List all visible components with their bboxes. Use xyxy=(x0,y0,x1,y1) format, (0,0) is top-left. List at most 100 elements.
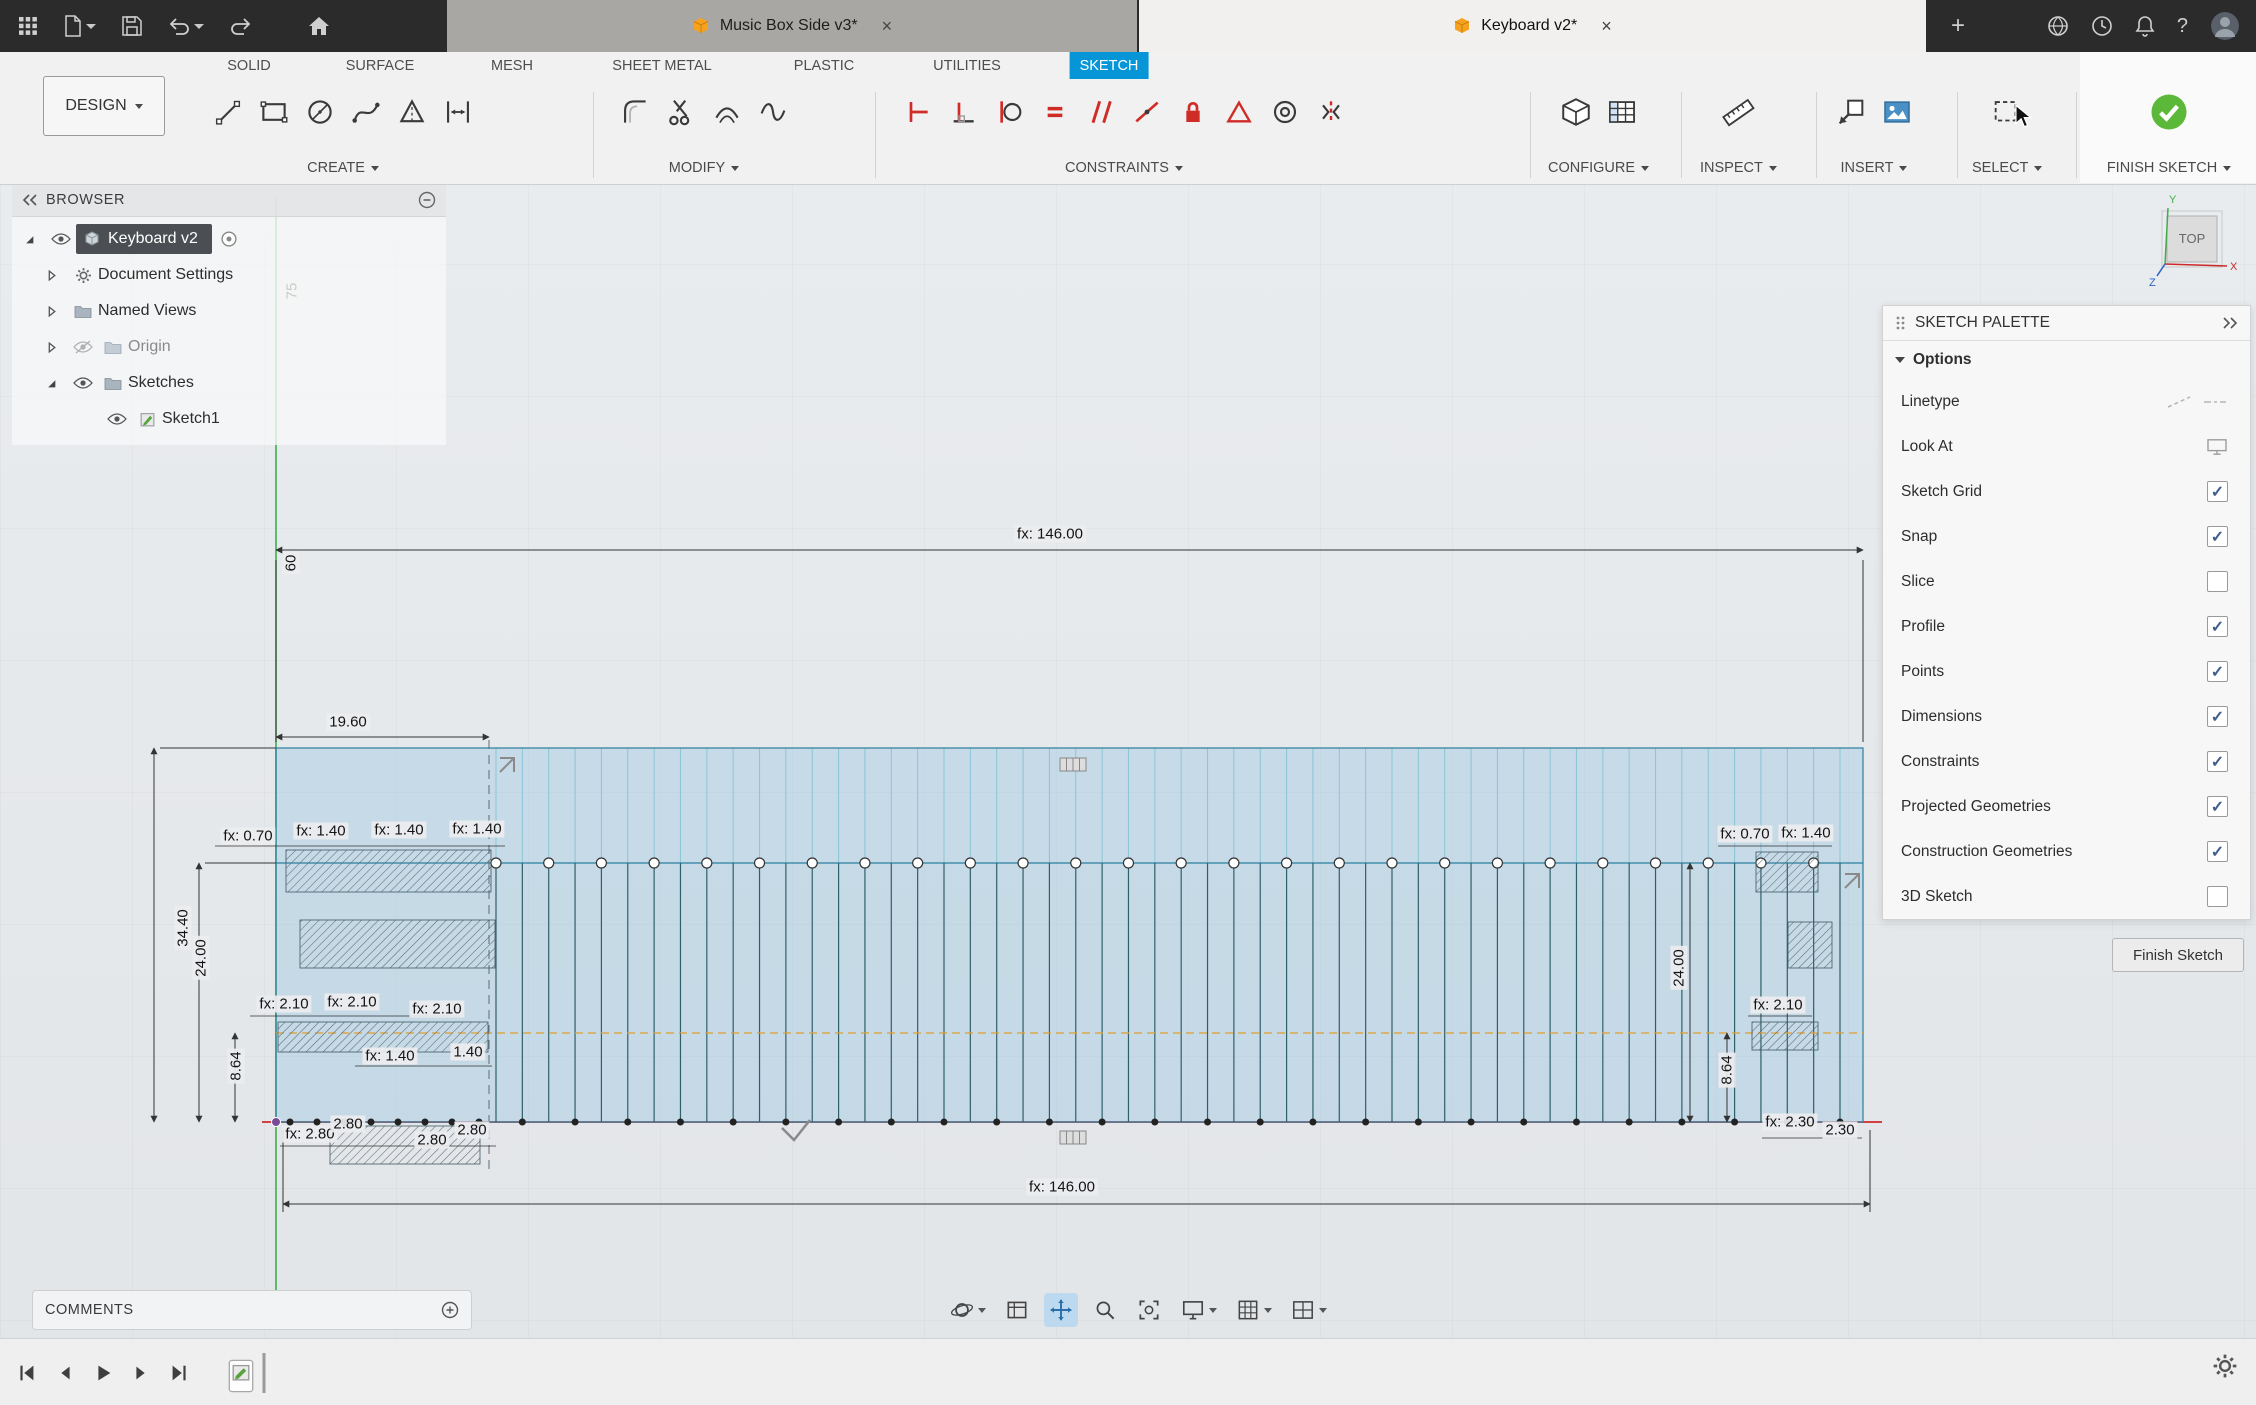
tangent-constraint-button[interactable] xyxy=(987,86,1031,138)
fix-lock-constraint-button[interactable] xyxy=(1171,86,1215,138)
tab-plastic[interactable]: PLASTIC xyxy=(784,52,864,79)
rectangle-tool-button[interactable] xyxy=(251,86,297,138)
configuration-table-button[interactable] xyxy=(1599,86,1645,138)
tab-sheet-metal[interactable]: SHEET METAL xyxy=(602,52,721,79)
tab-mesh[interactable]: MESH xyxy=(481,52,543,79)
circle-tool-button[interactable] xyxy=(297,86,343,138)
file-menu-button[interactable] xyxy=(64,15,96,37)
browser-item-sketch1[interactable]: Sketch1 xyxy=(12,401,446,437)
activate-component-radio[interactable] xyxy=(212,231,246,247)
close-tab-icon[interactable]: × xyxy=(882,17,893,35)
select-tool-button[interactable] xyxy=(1984,86,2030,138)
selected-component[interactable]: Keyboard v2 xyxy=(76,224,212,254)
collapse-panel-icon[interactable] xyxy=(22,194,38,206)
equal-constraint-button[interactable] xyxy=(1033,86,1077,138)
save-button[interactable] xyxy=(122,16,142,36)
finish-sketch-menu-button[interactable]: FINISH SKETCH xyxy=(2107,160,2232,180)
perpendicular-constraint-button[interactable] xyxy=(941,86,985,138)
insert-image-button[interactable] xyxy=(1874,86,1920,138)
concentric-constraint-button[interactable] xyxy=(1263,86,1307,138)
expander-collapsed-icon[interactable] xyxy=(46,305,57,317)
home-button[interactable] xyxy=(308,16,330,36)
construction-linetype-icon[interactable] xyxy=(2166,394,2192,410)
timeline-step-back-button[interactable] xyxy=(46,1354,84,1392)
visibility-eye-icon[interactable] xyxy=(102,412,132,426)
timeline-sketch-feature[interactable] xyxy=(228,1352,268,1393)
select-menu-button[interactable]: SELECT xyxy=(1972,160,2043,180)
timeline-skip-end-button[interactable] xyxy=(160,1354,198,1392)
browser-item-named-views[interactable]: Named Views xyxy=(12,293,446,329)
inspect-menu-button[interactable]: INSPECT xyxy=(1700,160,1777,180)
orbit-button[interactable] xyxy=(945,1293,990,1327)
insert-derive-button[interactable] xyxy=(1828,86,1874,138)
collapse-all-icon[interactable] xyxy=(418,191,436,209)
visibility-eye-off-icon[interactable] xyxy=(68,340,98,354)
trim-tool-button[interactable] xyxy=(658,86,704,138)
checkbox-projected-geometries[interactable]: ✓ xyxy=(2207,796,2228,817)
origin-point[interactable] xyxy=(271,1117,281,1127)
pan-button[interactable] xyxy=(1044,1293,1078,1327)
line-tool-button[interactable] xyxy=(205,86,251,138)
timeline-play-button[interactable] xyxy=(84,1354,122,1392)
comments-bar[interactable]: COMMENTS xyxy=(32,1290,472,1330)
expander-expanded-icon[interactable] xyxy=(46,378,57,389)
constraints-menu-button[interactable]: CONSTRAINTS xyxy=(1065,160,1183,180)
checkbox-dimensions[interactable]: ✓ xyxy=(2207,706,2228,727)
viewports-button[interactable] xyxy=(1286,1293,1331,1327)
checkbox-points[interactable]: ✓ xyxy=(2207,661,2228,682)
polygon-constraint-button[interactable] xyxy=(1217,86,1261,138)
fillet-tool-button[interactable] xyxy=(612,86,658,138)
document-tab-music-box-side[interactable]: Music Box Side v3* × xyxy=(447,0,1137,52)
document-tab-keyboard-v2[interactable]: Keyboard v2* × xyxy=(1139,0,1926,52)
look-at-button[interactable] xyxy=(1000,1293,1034,1327)
sketch-profile[interactable] xyxy=(275,747,1864,1123)
checkbox-profile[interactable]: ✓ xyxy=(2207,616,2228,637)
timeline-skip-start-button[interactable] xyxy=(8,1354,46,1392)
add-comment-icon[interactable] xyxy=(441,1301,459,1319)
checkbox-snap[interactable]: ✓ xyxy=(2207,526,2228,547)
tab-surface[interactable]: SURFACE xyxy=(336,52,425,79)
browser-item-document-settings[interactable]: Document Settings xyxy=(12,257,446,293)
zoom-button[interactable] xyxy=(1088,1293,1122,1327)
workspace-selector[interactable]: DESIGN xyxy=(43,76,165,136)
display-settings-button[interactable] xyxy=(1176,1293,1221,1327)
offset-tool-button[interactable] xyxy=(704,86,750,138)
job-status-icon[interactable] xyxy=(2091,15,2113,37)
collinear-constraint-button[interactable] xyxy=(1125,86,1169,138)
close-tab-icon[interactable]: × xyxy=(1601,17,1612,35)
break-tool-button[interactable] xyxy=(750,86,796,138)
visibility-eye-icon[interactable] xyxy=(68,376,98,390)
browser-item-sketches[interactable]: Sketches xyxy=(12,365,446,401)
sketch-palette-header[interactable]: SKETCH PALETTE xyxy=(1883,306,2250,341)
app-grid-icon[interactable] xyxy=(18,16,38,36)
help-icon[interactable]: ? xyxy=(2177,15,2188,38)
browser-item-keyboard-v2[interactable]: Keyboard v2 xyxy=(12,221,446,257)
modify-menu-button[interactable]: MODIFY xyxy=(669,160,740,180)
configure-menu-button[interactable]: CONFIGURE xyxy=(1548,160,1649,180)
expander-collapsed-icon[interactable] xyxy=(46,269,57,281)
viewcube[interactable]: TOP Y X Z xyxy=(2135,190,2255,300)
viewcube-face-label[interactable]: TOP xyxy=(2179,231,2206,246)
expander-expanded-icon[interactable] xyxy=(24,234,35,245)
look-at-icon[interactable] xyxy=(2206,438,2228,456)
measure-tool-button[interactable] xyxy=(1715,86,1761,138)
create-menu-button[interactable]: CREATE xyxy=(307,160,379,180)
grid-snap-button[interactable] xyxy=(1231,1293,1276,1327)
configuration-cube-button[interactable] xyxy=(1553,86,1599,138)
spline-tool-button[interactable] xyxy=(343,86,389,138)
user-avatar[interactable] xyxy=(2210,11,2240,41)
extensions-icon[interactable] xyxy=(2047,15,2069,37)
new-tab-button[interactable]: + xyxy=(1944,12,1972,40)
tab-sketch[interactable]: SKETCH xyxy=(1069,52,1149,79)
browser-item-origin[interactable]: Origin xyxy=(12,329,446,365)
timeline-playhead[interactable] xyxy=(260,1352,268,1393)
fit-button[interactable] xyxy=(1132,1293,1166,1327)
centerline-linetype-icon[interactable] xyxy=(2202,394,2228,410)
checkbox-construction-geometries[interactable]: ✓ xyxy=(2207,841,2228,862)
expander-collapsed-icon[interactable] xyxy=(46,341,57,353)
visibility-eye-icon[interactable] xyxy=(46,232,76,246)
horizontal-vertical-constraint-button[interactable] xyxy=(895,86,939,138)
tab-utilities[interactable]: UTILITIES xyxy=(923,52,1011,79)
notifications-bell-icon[interactable] xyxy=(2135,15,2155,37)
undo-button[interactable] xyxy=(168,17,204,35)
